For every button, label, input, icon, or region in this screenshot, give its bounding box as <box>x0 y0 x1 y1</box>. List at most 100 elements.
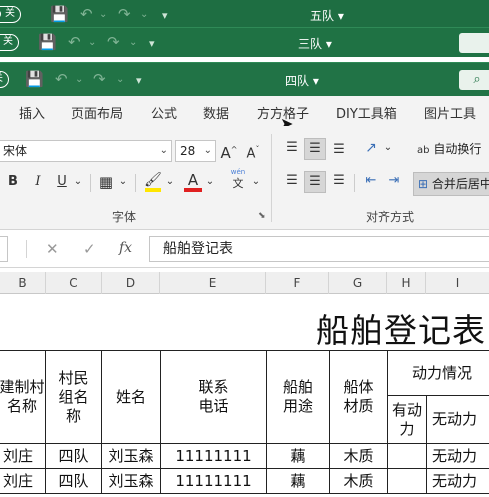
cancel-icon[interactable]: ✕ <box>46 240 59 258</box>
cell-phone[interactable]: 11111111 <box>160 443 267 469</box>
undo-icon[interactable]: ↶ <box>80 5 93 23</box>
cell-phone[interactable]: 11111111 <box>160 468 267 494</box>
cell-use[interactable]: 藕 <box>266 443 330 469</box>
save-icon[interactable]: 💾 <box>25 70 44 88</box>
redo-icon[interactable]: ↷ <box>93 70 106 88</box>
cell-use[interactable]: 藕 <box>266 468 330 494</box>
confirm-icon[interactable]: ✓ <box>83 240 96 258</box>
header-village[interactable]: 建制村名称 <box>0 350 46 444</box>
worksheet[interactable]: 船舶登记表 建制村名称 村民组名称 姓名 联系电话 船舶用途 船体材质 动力情况… <box>0 294 489 497</box>
column-header-b[interactable]: B <box>0 272 46 294</box>
font-size-select[interactable]: 28 ⌄ <box>175 140 216 162</box>
align-bottom-icon[interactable]: ☰ <box>328 140 350 162</box>
customize-toolbar-icon[interactable]: ▾ <box>162 9 168 22</box>
chevron-down-icon[interactable]: ⌄ <box>164 172 176 194</box>
search-box-stub[interactable] <box>459 33 489 53</box>
chevron-down-icon[interactable]: ⌄ <box>72 172 84 194</box>
ribbon-home: 宋体 ⌄ 28 ⌄ A^ Aˇ B I U ⌄ ▦ ⌄ 🖌 ⌄ A ⌄ wén 文 … <box>0 126 489 230</box>
cell-material[interactable]: 木质 <box>329 468 388 494</box>
autosave-toggle[interactable]: 关 <box>0 34 19 51</box>
column-header-h[interactable]: H <box>387 272 426 294</box>
chevron-down-icon[interactable]: ⌄ <box>88 37 96 48</box>
column-header-e[interactable]: E <box>160 272 266 294</box>
underline-button[interactable]: U <box>52 172 72 194</box>
header-use[interactable]: 船舶用途 <box>266 350 330 444</box>
header-name[interactable]: 姓名 <box>101 350 161 444</box>
autosave-toggle[interactable]: 关 <box>0 6 21 23</box>
cell-material[interactable]: 木质 <box>329 443 388 469</box>
chevron-down-icon[interactable]: ⌄ <box>116 74 124 85</box>
chevron-down-icon[interactable]: ⌄ <box>99 9 107 20</box>
redo-icon[interactable]: ↷ <box>118 5 131 23</box>
customize-toolbar-icon[interactable]: ▾ <box>136 74 142 87</box>
column-header-c[interactable]: C <box>46 272 102 294</box>
tab-data[interactable]: 数据 <box>203 103 229 122</box>
tab-page-layout[interactable]: 页面布局 <box>71 103 123 122</box>
redo-icon[interactable]: ↷ <box>107 33 120 51</box>
chevron-down-icon[interactable]: ⌄ <box>129 37 137 48</box>
autosave-toggle[interactable]: 关 <box>0 71 9 88</box>
tab-formulas[interactable]: 公式 <box>151 103 177 122</box>
font-name-select[interactable]: 宋体 ⌄ <box>0 140 172 162</box>
chevron-down-icon[interactable]: ⌄ <box>382 138 394 160</box>
undo-icon[interactable]: ↶ <box>68 33 81 51</box>
save-icon[interactable]: 💾 <box>50 5 69 23</box>
cell-village[interactable]: 刘庄 <box>0 443 46 469</box>
tab-diy-toolbox[interactable]: DIY工具箱 <box>336 103 397 122</box>
align-center-icon[interactable]: ☰ <box>304 171 326 193</box>
chevron-down-icon[interactable]: ⌄ <box>250 172 262 194</box>
align-middle-icon[interactable]: ☰ <box>304 138 326 160</box>
column-header-i[interactable]: I <box>426 272 489 294</box>
tab-insert[interactable]: 插入 <box>19 103 45 122</box>
decrease-indent-icon[interactable]: ⇤ <box>360 171 382 193</box>
chevron-down-icon[interactable]: ⌄ <box>204 172 216 194</box>
cell-name[interactable]: 刘玉森 <box>101 443 161 469</box>
tab-picture-tools[interactable]: 图片工具 <box>424 103 476 122</box>
merge-center-button[interactable]: ⊞ 合并后居中 <box>413 172 489 196</box>
align-right-icon[interactable]: ☰ <box>328 171 350 193</box>
sheet-title[interactable]: 船舶登记表 <box>316 304 486 352</box>
column-header-g[interactable]: G <box>329 272 387 294</box>
cell-unpowered[interactable]: 无动力 <box>426 468 489 494</box>
cell-name[interactable]: 刘玉森 <box>101 468 161 494</box>
chevron-down-icon[interactable]: ⌄ <box>140 9 148 20</box>
phonetic-guide-icon[interactable]: wén 文 <box>226 168 250 190</box>
column-header-d[interactable]: D <box>102 272 160 294</box>
customize-toolbar-icon[interactable]: ▾ <box>149 37 155 50</box>
wrap-text-button[interactable]: ab 自动换行 <box>417 138 481 160</box>
increase-indent-icon[interactable]: ⇥ <box>383 171 405 193</box>
orientation-icon[interactable]: ↗ <box>360 138 382 160</box>
formula-input[interactable]: 船舶登记表 <box>149 236 489 262</box>
header-power[interactable]: 动力情况 <box>387 350 489 396</box>
dialog-launcher-icon[interactable]: ⬊ <box>258 211 266 221</box>
save-icon[interactable]: 💾 <box>38 33 57 51</box>
borders-icon[interactable]: ▦ <box>96 172 116 194</box>
header-material[interactable]: 船体材质 <box>329 350 388 444</box>
italic-button[interactable]: I <box>28 172 48 194</box>
header-group[interactable]: 村民组名称 <box>45 350 102 444</box>
cell-powered[interactable] <box>387 468 427 494</box>
shrink-font-button[interactable]: Aˇ <box>244 140 262 162</box>
insert-function-icon[interactable]: fx <box>119 240 132 256</box>
undo-icon[interactable]: ↶ <box>55 70 68 88</box>
window-title[interactable]: 五队 ▾ <box>310 7 344 24</box>
chevron-down-icon[interactable]: ⌄ <box>117 172 129 194</box>
cell-group[interactable]: 四队 <box>45 443 102 469</box>
cell-group[interactable]: 四队 <box>45 468 102 494</box>
align-top-icon[interactable]: ☰ <box>281 138 303 160</box>
cell-village[interactable]: 刘庄 <box>0 468 46 494</box>
align-left-icon[interactable]: ☰ <box>281 171 303 193</box>
column-header-f[interactable]: F <box>266 272 329 294</box>
grow-font-button[interactable]: A^ <box>220 140 238 162</box>
bold-button[interactable]: B <box>3 172 23 194</box>
header-phone[interactable]: 联系电话 <box>160 350 267 444</box>
search-icon[interactable]: ⌕ <box>459 70 489 90</box>
cell-powered[interactable] <box>387 443 427 469</box>
header-unpowered[interactable]: 无动力 <box>426 395 489 444</box>
header-powered[interactable]: 有动力 <box>387 395 427 444</box>
window-title[interactable]: 四队 ▾ <box>285 72 319 89</box>
window-title[interactable]: 三队 ▾ <box>298 35 332 52</box>
cell-unpowered[interactable]: 无动力 <box>426 443 489 469</box>
name-box[interactable] <box>0 236 8 262</box>
chevron-down-icon[interactable]: ⌄ <box>75 74 83 85</box>
